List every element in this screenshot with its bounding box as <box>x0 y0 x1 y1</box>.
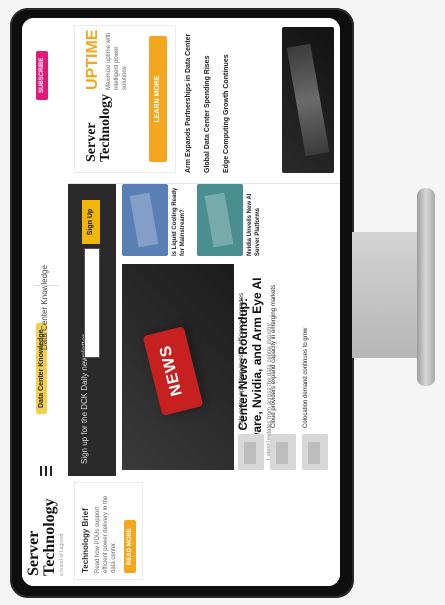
web-page: Server Technology a brand of Legrand Dat… <box>22 18 340 586</box>
promo-button-label: READ MORE <box>127 528 133 565</box>
brand-name-line2: Technology <box>41 498 58 576</box>
site-title-text: Data Center Knowledge <box>40 265 49 350</box>
side-stories: Is Liquid Cooling Ready for Mainstream? … <box>122 184 312 256</box>
news-key-graphic: NEWS <box>142 326 204 416</box>
promo-body: Read how PDUs support efficient power de… <box>95 495 117 573</box>
rail-brand-logo[interactable]: Server Technology <box>84 94 113 162</box>
rail-tagline: Maximize uptime with intelligent power s… <box>106 32 128 90</box>
story-title: Cloud providers expand capacity in emerg… <box>271 284 277 428</box>
story-thumbnail <box>270 434 296 470</box>
rail-headline[interactable]: Global Data Center Spending Rises <box>203 27 212 173</box>
side-story-thumbnail <box>197 184 243 256</box>
promo-card: Technology Brief Read how PDUs support e… <box>74 482 143 580</box>
story-title: Colocation demand continues to grow <box>303 327 309 428</box>
story-thumbnail <box>238 434 264 470</box>
rail-headline[interactable]: Arm Expands Partnerships in Data Center <box>184 27 193 173</box>
rail-uptime-text: UPTIME <box>84 29 101 90</box>
promo-title: Technology Brief <box>81 508 90 573</box>
rail-brand-line2: Technology <box>98 94 113 162</box>
subscribe-button-label: SUBSCRIBE <box>39 57 45 93</box>
site-title: Data Center Knowledge <box>40 265 49 350</box>
monitor-screen: Server Technology a brand of Legrand Dat… <box>22 18 340 586</box>
rail-cta-button-label: LEARN MORE <box>154 75 161 123</box>
side-story-title: Is Liquid Cooling Ready for Mainstream? <box>172 187 186 256</box>
story-thumbnail <box>302 434 328 470</box>
side-story[interactable]: Is Liquid Cooling Ready for Mainstream? <box>122 184 187 256</box>
site-header: Server Technology a brand of Legrand Dat… <box>22 18 69 586</box>
brand-tagline: a brand of Legrand <box>59 533 65 576</box>
story-title: Data center operators invest in efficien… <box>239 293 245 428</box>
left-promo-column: Technology Brief Read how PDUs support e… <box>68 475 340 586</box>
story-list-item[interactable]: Cloud providers expand capacity in emerg… <box>270 266 296 470</box>
rail-brand-line1: Server <box>84 122 99 162</box>
rail-cta-button[interactable]: LEARN MORE <box>149 36 167 162</box>
promo-button[interactable]: READ MORE <box>124 520 136 573</box>
newsletter-email-input[interactable] <box>84 248 100 358</box>
right-rail: Server Technology UPTIME Maximize uptime… <box>68 18 340 184</box>
hero-image: NEWS <box>122 264 234 470</box>
story-list-item[interactable]: Data center operators invest in efficien… <box>238 266 264 470</box>
newsletter-button-label: Sign Up <box>87 208 94 236</box>
newsletter-bar: Sign up for the DCK Daily newsletter Sig… <box>68 184 116 476</box>
news-key-text: NEWS <box>156 343 186 398</box>
subscribe-button[interactable]: SUBSCRIBE <box>36 50 48 100</box>
hamburger-menu-icon[interactable] <box>40 466 52 476</box>
brand-name-line1: Server <box>25 530 42 576</box>
rail-headlines: Arm Expands Partnerships in Data Center … <box>184 27 241 173</box>
story-list-item[interactable]: Colocation demand continues to grow <box>302 266 328 470</box>
rail-headline[interactable]: Edge Computing Growth Continues <box>222 27 231 173</box>
monitor-stand-neck <box>352 232 418 358</box>
newsletter-signup-button[interactable]: Sign Up <box>82 200 100 244</box>
server-technology-logo[interactable]: Server Technology a brand of Legrand <box>25 498 65 576</box>
rail-bottom-image <box>282 27 334 173</box>
main-content: Sign up for the DCK Daily newsletter Sig… <box>68 184 340 476</box>
monitor-stand-base <box>417 188 435 386</box>
rail-promo: Server Technology UPTIME Maximize uptime… <box>74 25 176 173</box>
story-list: Data center operators invest in efficien… <box>238 266 334 470</box>
side-story-title: Nvidia Unveils New AI Server Platforms <box>247 193 261 256</box>
side-story-thumbnail <box>122 184 168 256</box>
side-story[interactable]: Nvidia Unveils New AI Server Platforms <box>197 184 262 256</box>
header-divider <box>34 285 58 286</box>
